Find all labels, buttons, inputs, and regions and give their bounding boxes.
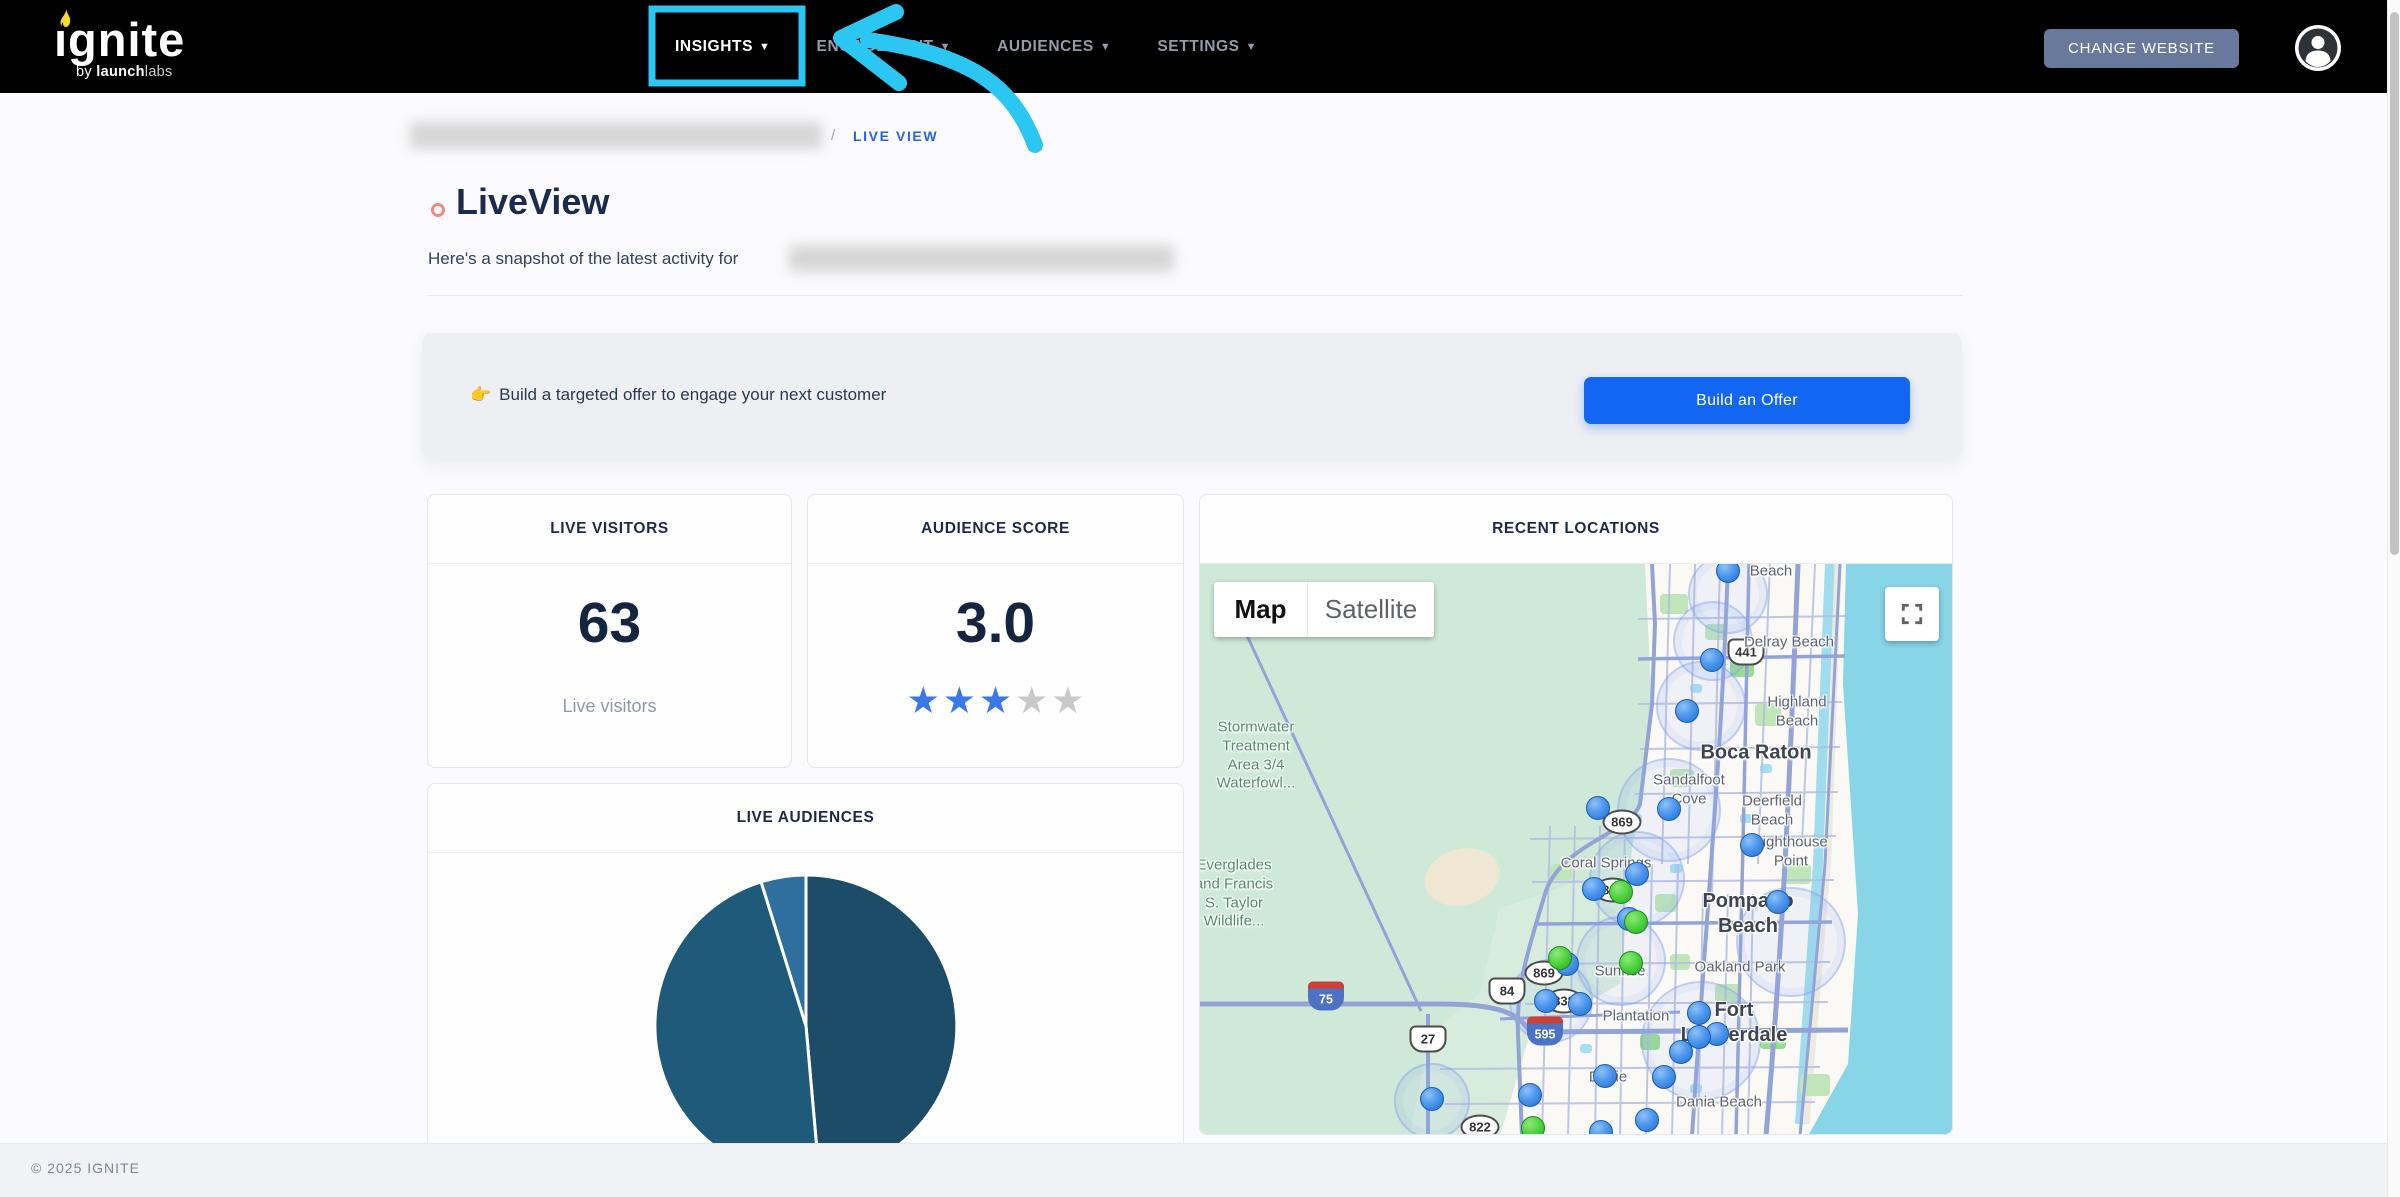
nav-item-audiences[interactable]: AUDIENCES▼ — [974, 28, 1134, 66]
blue-location-marker[interactable] — [1582, 877, 1606, 901]
nav-item-settings[interactable]: SETTINGS▼ — [1134, 28, 1280, 66]
star-filled-icon: ★ — [907, 682, 940, 719]
scrollbar-thumb[interactable] — [2390, 12, 2399, 555]
user-avatar[interactable] — [2295, 25, 2341, 71]
logo-byline: by launchlabs — [76, 64, 173, 80]
blue-location-marker[interactable] — [1593, 1064, 1617, 1088]
breadcrumb-redacted-segment — [410, 122, 822, 149]
audience-score-title: AUDIENCE SCORE — [808, 495, 1183, 564]
green-location-marker[interactable] — [1619, 951, 1643, 975]
pointing-hand-emoji: 👉 — [470, 385, 491, 404]
google-map[interactable]: 441869814869838847559527822 BeachDelray … — [1200, 564, 1952, 1135]
blue-location-marker[interactable] — [1420, 1087, 1444, 1111]
build-an-offer-button[interactable]: Build an Offer — [1584, 377, 1910, 424]
fullscreen-button[interactable] — [1885, 587, 1939, 641]
satellite-view-button[interactable]: Satellite — [1308, 582, 1434, 637]
blue-location-marker[interactable] — [1687, 1001, 1711, 1025]
flame-icon — [58, 8, 74, 34]
live-audiences-card: LIVE AUDIENCES — [427, 783, 1184, 1163]
blue-location-marker[interactable] — [1766, 890, 1790, 914]
star-rating: ★★★★★ — [808, 682, 1183, 719]
page-subtitle: Here's a snapshot of the latest activity… — [428, 249, 738, 269]
offer-banner: 👉Build a targeted offer to engage your n… — [422, 333, 1962, 459]
blue-location-marker[interactable] — [1675, 699, 1699, 723]
green-location-marker[interactable] — [1609, 880, 1633, 904]
blue-location-marker[interactable] — [1740, 833, 1764, 857]
blue-location-marker[interactable] — [1669, 1040, 1693, 1064]
recent-locations-title: RECENT LOCATIONS — [1200, 495, 1952, 564]
star-filled-icon: ★ — [979, 682, 1012, 719]
blue-location-marker[interactable] — [1657, 797, 1681, 821]
live-visitors-card: LIVE VISITORS 63 Live visitors — [427, 494, 792, 768]
star-empty-icon: ★ — [1015, 682, 1048, 719]
scrollbar-track[interactable] — [2387, 0, 2400, 1197]
page-title: LiveView — [456, 181, 609, 223]
live-visitors-caption: Live visitors — [428, 696, 791, 717]
copyright-text: © 2025 IGNITE — [31, 1160, 140, 1176]
nav-item-engagement[interactable]: ENGAGEMENT▼ — [794, 28, 975, 66]
main-nav: INSIGHTS▼ENGAGEMENT▼AUDIENCES▼SETTINGS▼ — [652, 0, 1280, 93]
audience-score-card: AUDIENCE SCORE 3.0 ★★★★★ — [807, 494, 1184, 768]
page-footer: © 2025 IGNITE — [0, 1143, 2387, 1197]
subtitle-redacted-segment — [789, 245, 1174, 272]
star-filled-icon: ★ — [943, 682, 976, 719]
breadcrumb-live-view[interactable]: LIVE VIEW — [853, 128, 938, 144]
top-navbar: ıgnite by launchlabs INSIGHTS▼ENGAGEMENT… — [0, 0, 2387, 93]
green-location-marker[interactable] — [1521, 1116, 1545, 1135]
live-audiences-pie-chart[interactable] — [651, 871, 961, 1163]
fullscreen-icon — [1900, 602, 1924, 626]
blue-location-marker[interactable] — [1652, 1065, 1676, 1089]
blue-location-marker[interactable] — [1568, 992, 1592, 1016]
change-website-button[interactable]: CHANGE WEBSITE — [2044, 29, 2239, 68]
live-audiences-title: LIVE AUDIENCES — [428, 784, 1183, 853]
chevron-down-icon: ▼ — [1246, 41, 1258, 53]
live-visitors-title: LIVE VISITORS — [428, 495, 791, 564]
chevron-down-icon: ▼ — [759, 41, 771, 53]
chevron-down-icon: ▼ — [940, 41, 952, 53]
blue-location-marker[interactable] — [1586, 796, 1610, 820]
map-type-control: Map Satellite — [1214, 582, 1434, 637]
breadcrumb-separator: / — [831, 127, 835, 144]
ignite-logo[interactable]: ıgnite by launchlabs — [32, 10, 192, 86]
recent-locations-card: RECENT LOCATIONS — [1199, 494, 1953, 1135]
green-location-marker[interactable] — [1624, 910, 1648, 934]
live-indicator-icon — [431, 203, 445, 217]
map-view-button[interactable]: Map — [1214, 582, 1308, 637]
offer-banner-text: 👉Build a targeted offer to engage your n… — [470, 385, 886, 405]
person-icon — [2295, 25, 2341, 71]
audience-score-value: 3.0 — [808, 590, 1183, 656]
star-empty-icon: ★ — [1051, 682, 1084, 719]
chevron-down-icon: ▼ — [1100, 41, 1112, 53]
blue-location-marker[interactable] — [1518, 1083, 1542, 1107]
blue-location-marker[interactable] — [1534, 989, 1558, 1013]
map-terrain — [1200, 564, 1952, 1135]
green-location-marker[interactable] — [1548, 946, 1572, 970]
nav-item-insights[interactable]: INSIGHTS▼ — [652, 28, 794, 66]
pie-slice-segment-1[interactable] — [806, 875, 957, 1163]
blue-location-marker[interactable] — [1700, 648, 1724, 672]
divider — [428, 295, 1962, 296]
blue-location-marker[interactable] — [1635, 1108, 1659, 1132]
live-visitors-value: 63 — [428, 590, 791, 656]
